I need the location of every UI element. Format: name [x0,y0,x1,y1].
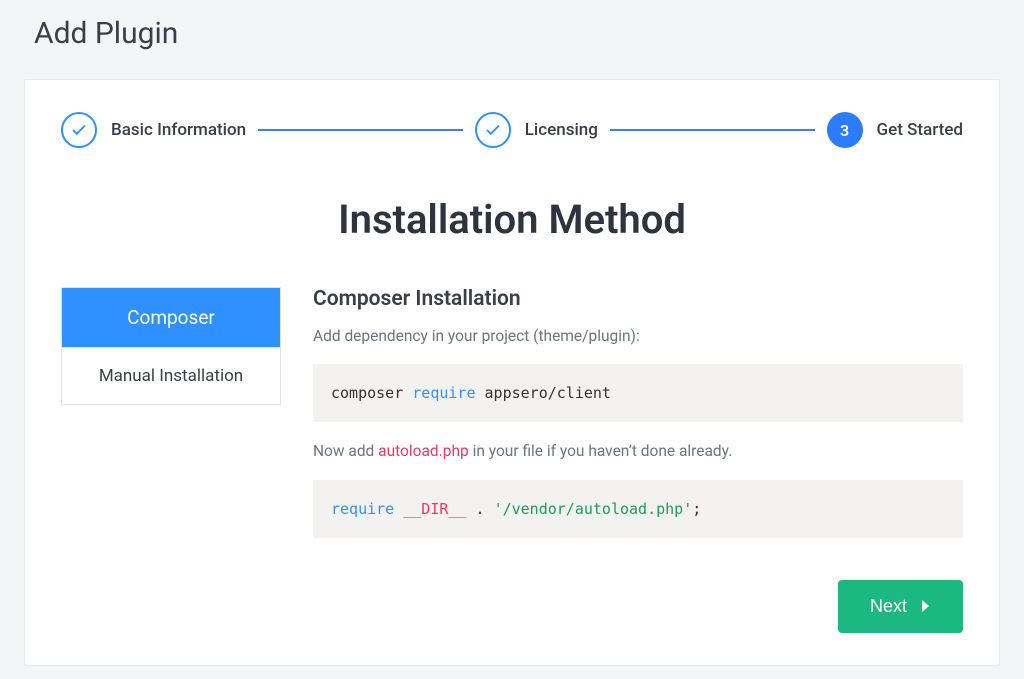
composer-desc-2: Now add autoload.php in your file if you… [313,440,963,463]
desc-highlight: autoload.php [378,442,469,460]
footer-actions: Next [61,580,963,633]
desc-text: in your file if you haven’t done already… [469,442,733,460]
composer-installation-title: Composer Installation [313,287,963,311]
tab-manual-installation[interactable]: Manual Installation [62,348,280,404]
check-icon [475,112,511,148]
code-keyword: require [412,384,475,402]
caret-right-icon [921,599,931,613]
stepper: Basic Information Licensing 3 Get Starte… [61,112,963,148]
wizard-card: Basic Information Licensing 3 Get Starte… [24,79,1000,666]
code-text: . [466,500,493,518]
step-licensing[interactable]: Licensing [475,112,598,148]
installation-method-heading: Installation Method [61,196,963,243]
install-method-panel: Composer Installation Add dependency in … [313,287,963,556]
code-keyword: require [331,500,394,518]
autoload-code: require __DIR__ . '/vendor/autoload.php'… [313,480,963,538]
code-text: composer [331,384,412,402]
next-button[interactable]: Next [838,580,963,633]
step-label: Licensing [525,120,598,140]
composer-desc-1: Add dependency in your project (theme/pl… [313,325,963,348]
composer-require-code: composer require appsero/client [313,364,963,422]
next-button-label: Next [870,596,907,617]
step-basic-information[interactable]: Basic Information [61,112,246,148]
step-number-icon: 3 [827,112,863,148]
code-text: appsero/client [476,384,611,402]
desc-text: Now add [313,442,378,460]
code-text: ; [692,500,701,518]
check-icon [61,112,97,148]
step-connector [258,129,463,131]
tab-composer[interactable]: Composer [62,288,280,348]
code-const: __DIR__ [403,500,466,518]
content-row: Composer Manual Installation Composer In… [61,287,963,556]
step-get-started: 3 Get Started [827,112,963,148]
step-label: Get Started [877,120,963,140]
page-title: Add Plugin [34,16,1000,51]
step-label: Basic Information [111,120,246,140]
install-method-menu: Composer Manual Installation [61,287,281,405]
code-string: '/vendor/autoload.php' [494,500,693,518]
step-connector [610,129,815,131]
